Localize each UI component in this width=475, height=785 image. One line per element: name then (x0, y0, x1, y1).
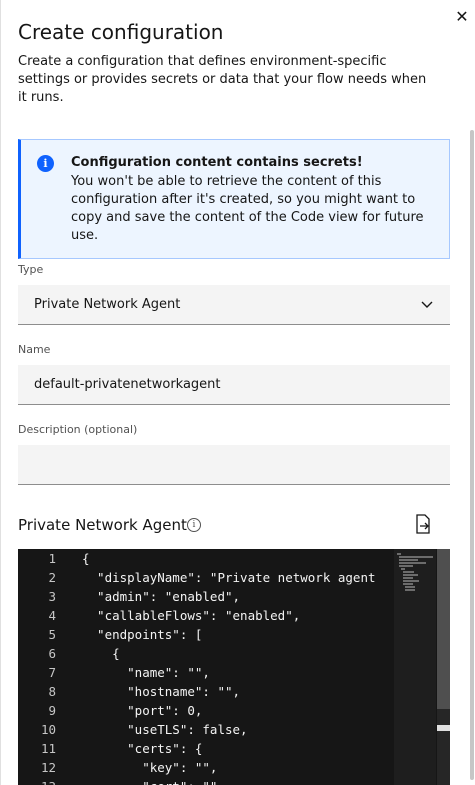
line-number: 7 (48, 665, 56, 680)
code-line: "cert": "" (82, 779, 217, 785)
minimap-line (405, 589, 415, 591)
code-minimap[interactable] (394, 549, 436, 785)
secrets-notice: i Configuration content contains secrets… (18, 139, 450, 259)
minimap-line (403, 583, 413, 585)
line-number: 12 (40, 760, 56, 775)
code-line: "admin": "enabled", (82, 589, 241, 604)
code-section-title: Private Network Agent (18, 516, 187, 534)
line-number: 1 (48, 551, 56, 566)
code-line: "displayName": "Private network agent (82, 570, 376, 585)
name-input-value: default-privatenetworkagent (34, 377, 221, 392)
code-line: "useTLS": false, (82, 722, 248, 737)
create-configuration-modal: ✕ Create configuration Create a configur… (0, 0, 475, 785)
minimap-line (399, 565, 413, 567)
line-number: 8 (48, 684, 56, 699)
minimap-line (403, 580, 419, 582)
notice-body: You won't be able to retrieve the conten… (71, 174, 424, 243)
code-line: "callableFlows": "enabled", (82, 608, 301, 623)
minimap-line (403, 574, 418, 576)
chevron-down-icon (420, 296, 434, 310)
minimap-line (399, 559, 418, 561)
code-line: { (82, 551, 90, 566)
code-content[interactable]: { "displayName": "Private network agent … (82, 549, 388, 785)
name-label: Name (18, 343, 51, 356)
code-line: "port": 0, (82, 703, 203, 718)
line-number: 11 (40, 741, 56, 756)
type-select-value: Private Network Agent (34, 297, 181, 312)
line-number: 6 (48, 646, 56, 661)
type-label: Type (18, 263, 44, 276)
line-number: 5 (48, 627, 56, 642)
info-icon[interactable]: i (187, 518, 201, 532)
line-number: 2 (48, 570, 56, 585)
line-number: 13 (18, 779, 73, 785)
editor-scroll-marker (437, 725, 450, 731)
minimap-line (401, 568, 405, 570)
minimap-line (405, 586, 415, 588)
notice-title: Configuration content contains secrets! (71, 155, 363, 170)
minimap-line (399, 556, 433, 558)
line-number: 4 (48, 608, 56, 623)
minimap-line (399, 562, 426, 564)
type-select[interactable]: Private Network Agent (18, 285, 450, 325)
modal-title: Create configuration (18, 20, 224, 44)
code-line: "certs": { (82, 741, 203, 756)
export-icon[interactable] (414, 514, 432, 534)
code-editor[interactable]: 12345678910111213 { "displayName": "Priv… (18, 549, 450, 785)
description-input[interactable] (18, 445, 450, 485)
code-line: "hostname": "", (82, 684, 241, 699)
code-line: "name": "", (82, 665, 210, 680)
line-number-gutter: 12345678910111213 (18, 549, 73, 785)
name-input[interactable]: default-privatenetworkagent (18, 365, 450, 405)
modal-scrollbar[interactable] (470, 130, 474, 780)
description-label: Description (optional) (18, 423, 138, 436)
line-number: 9 (48, 703, 56, 718)
code-line: "key": "", (82, 760, 218, 775)
minimap-line (403, 577, 413, 579)
code-line: "endpoints": [ (82, 627, 203, 642)
info-icon: i (37, 155, 54, 172)
close-icon[interactable]: ✕ (453, 8, 471, 26)
modal-description: Create a configuration that defines envi… (18, 54, 427, 105)
editor-scrollbar-thumb[interactable] (437, 549, 450, 709)
code-line: { (82, 646, 120, 661)
minimap-line (397, 553, 401, 555)
line-number: 3 (48, 589, 56, 604)
minimap-line (403, 571, 414, 573)
line-number: 10 (40, 722, 56, 737)
